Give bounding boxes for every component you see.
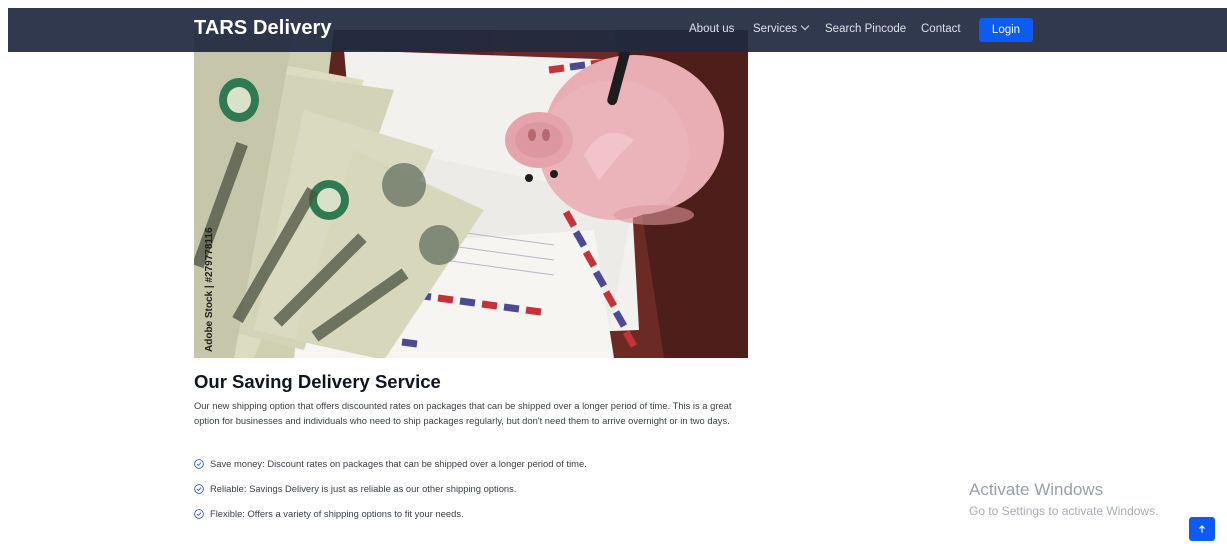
stock-watermark: Adobe Stock | #279778116 (204, 227, 215, 352)
feature-text: Save money: Discount rates on packages t… (210, 458, 587, 469)
check-circle-icon (194, 483, 204, 494)
brand-logo[interactable]: TARS Delivery (194, 17, 332, 40)
windows-activation-title: Activate Windows (969, 480, 1104, 499)
hero-image: Adobe Stock | #279778116 (194, 30, 748, 358)
navbar: TARS Delivery About us Services Search P… (8, 8, 1227, 52)
chevron-down-icon (800, 21, 810, 31)
feature-list: Save money: Discount rates on packages t… (194, 457, 587, 532)
page-title: Our Saving Delivery Service (194, 371, 441, 392)
service-description: Our new shipping option that offers disc… (194, 400, 732, 426)
list-item: Reliable: Savings Delivery is just as re… (194, 482, 587, 495)
nav-link-services-label: Services (753, 23, 798, 35)
list-item: Flexible: Offers a variety of shipping o… (194, 507, 587, 520)
nav-link-search-pincode[interactable]: Search Pincode (825, 23, 906, 35)
nav-link-services[interactable]: Services (753, 21, 810, 35)
hero-illustration: Adobe Stock | #279778116 (194, 30, 748, 358)
list-item: Save money: Discount rates on packages t… (194, 457, 587, 470)
nav-link-about[interactable]: About us (689, 23, 734, 35)
nav-link-contact[interactable]: Contact (921, 23, 961, 35)
check-circle-icon (194, 508, 204, 519)
back-to-top-button[interactable] (1189, 517, 1215, 541)
check-circle-icon (194, 458, 204, 469)
arrow-up-icon (1199, 525, 1205, 533)
login-button[interactable]: Login (979, 18, 1033, 42)
feature-text: Reliable: Savings Delivery is just as re… (210, 483, 517, 494)
windows-activation-subtitle: Go to Settings to activate Windows. (969, 504, 1159, 518)
feature-text: Flexible: Offers a variety of shipping o… (210, 508, 464, 519)
